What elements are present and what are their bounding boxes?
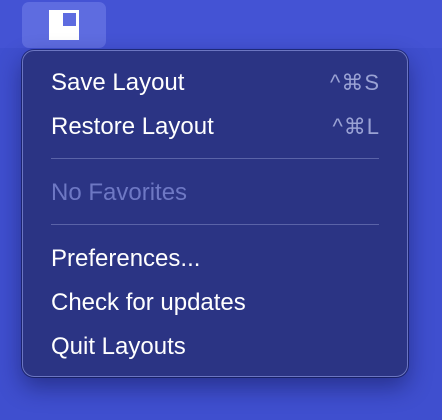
menu-item-label: Quit Layouts bbox=[51, 333, 186, 360]
menu-separator bbox=[51, 158, 379, 159]
menu-item-check-for-updates[interactable]: Check for updates bbox=[23, 283, 407, 323]
menu-item-label: Restore Layout bbox=[51, 113, 214, 140]
menu-separator bbox=[51, 224, 379, 225]
layouts-status-item[interactable] bbox=[22, 2, 106, 48]
layouts-app-icon bbox=[49, 10, 79, 40]
menu-item-no-favorites: No Favorites bbox=[23, 173, 407, 213]
dropdown-menu: Save Layout ^⌘S Restore Layout ^⌘L No Fa… bbox=[22, 50, 408, 377]
keyboard-shortcut: ^⌘S bbox=[330, 70, 380, 95]
menu-item-label: Preferences... bbox=[51, 245, 201, 272]
menu-item-label: No Favorites bbox=[51, 179, 188, 206]
menu-item-label: Save Layout bbox=[51, 69, 185, 96]
menu-item-save-layout[interactable]: Save Layout ^⌘S bbox=[23, 63, 407, 103]
menu-item-preferences[interactable]: Preferences... bbox=[23, 239, 407, 279]
keyboard-shortcut: ^⌘L bbox=[332, 114, 380, 139]
menu-item-label: Check for updates bbox=[51, 289, 246, 316]
menu-item-restore-layout[interactable]: Restore Layout ^⌘L bbox=[23, 107, 407, 147]
menu-item-quit-layouts[interactable]: Quit Layouts bbox=[23, 327, 407, 367]
